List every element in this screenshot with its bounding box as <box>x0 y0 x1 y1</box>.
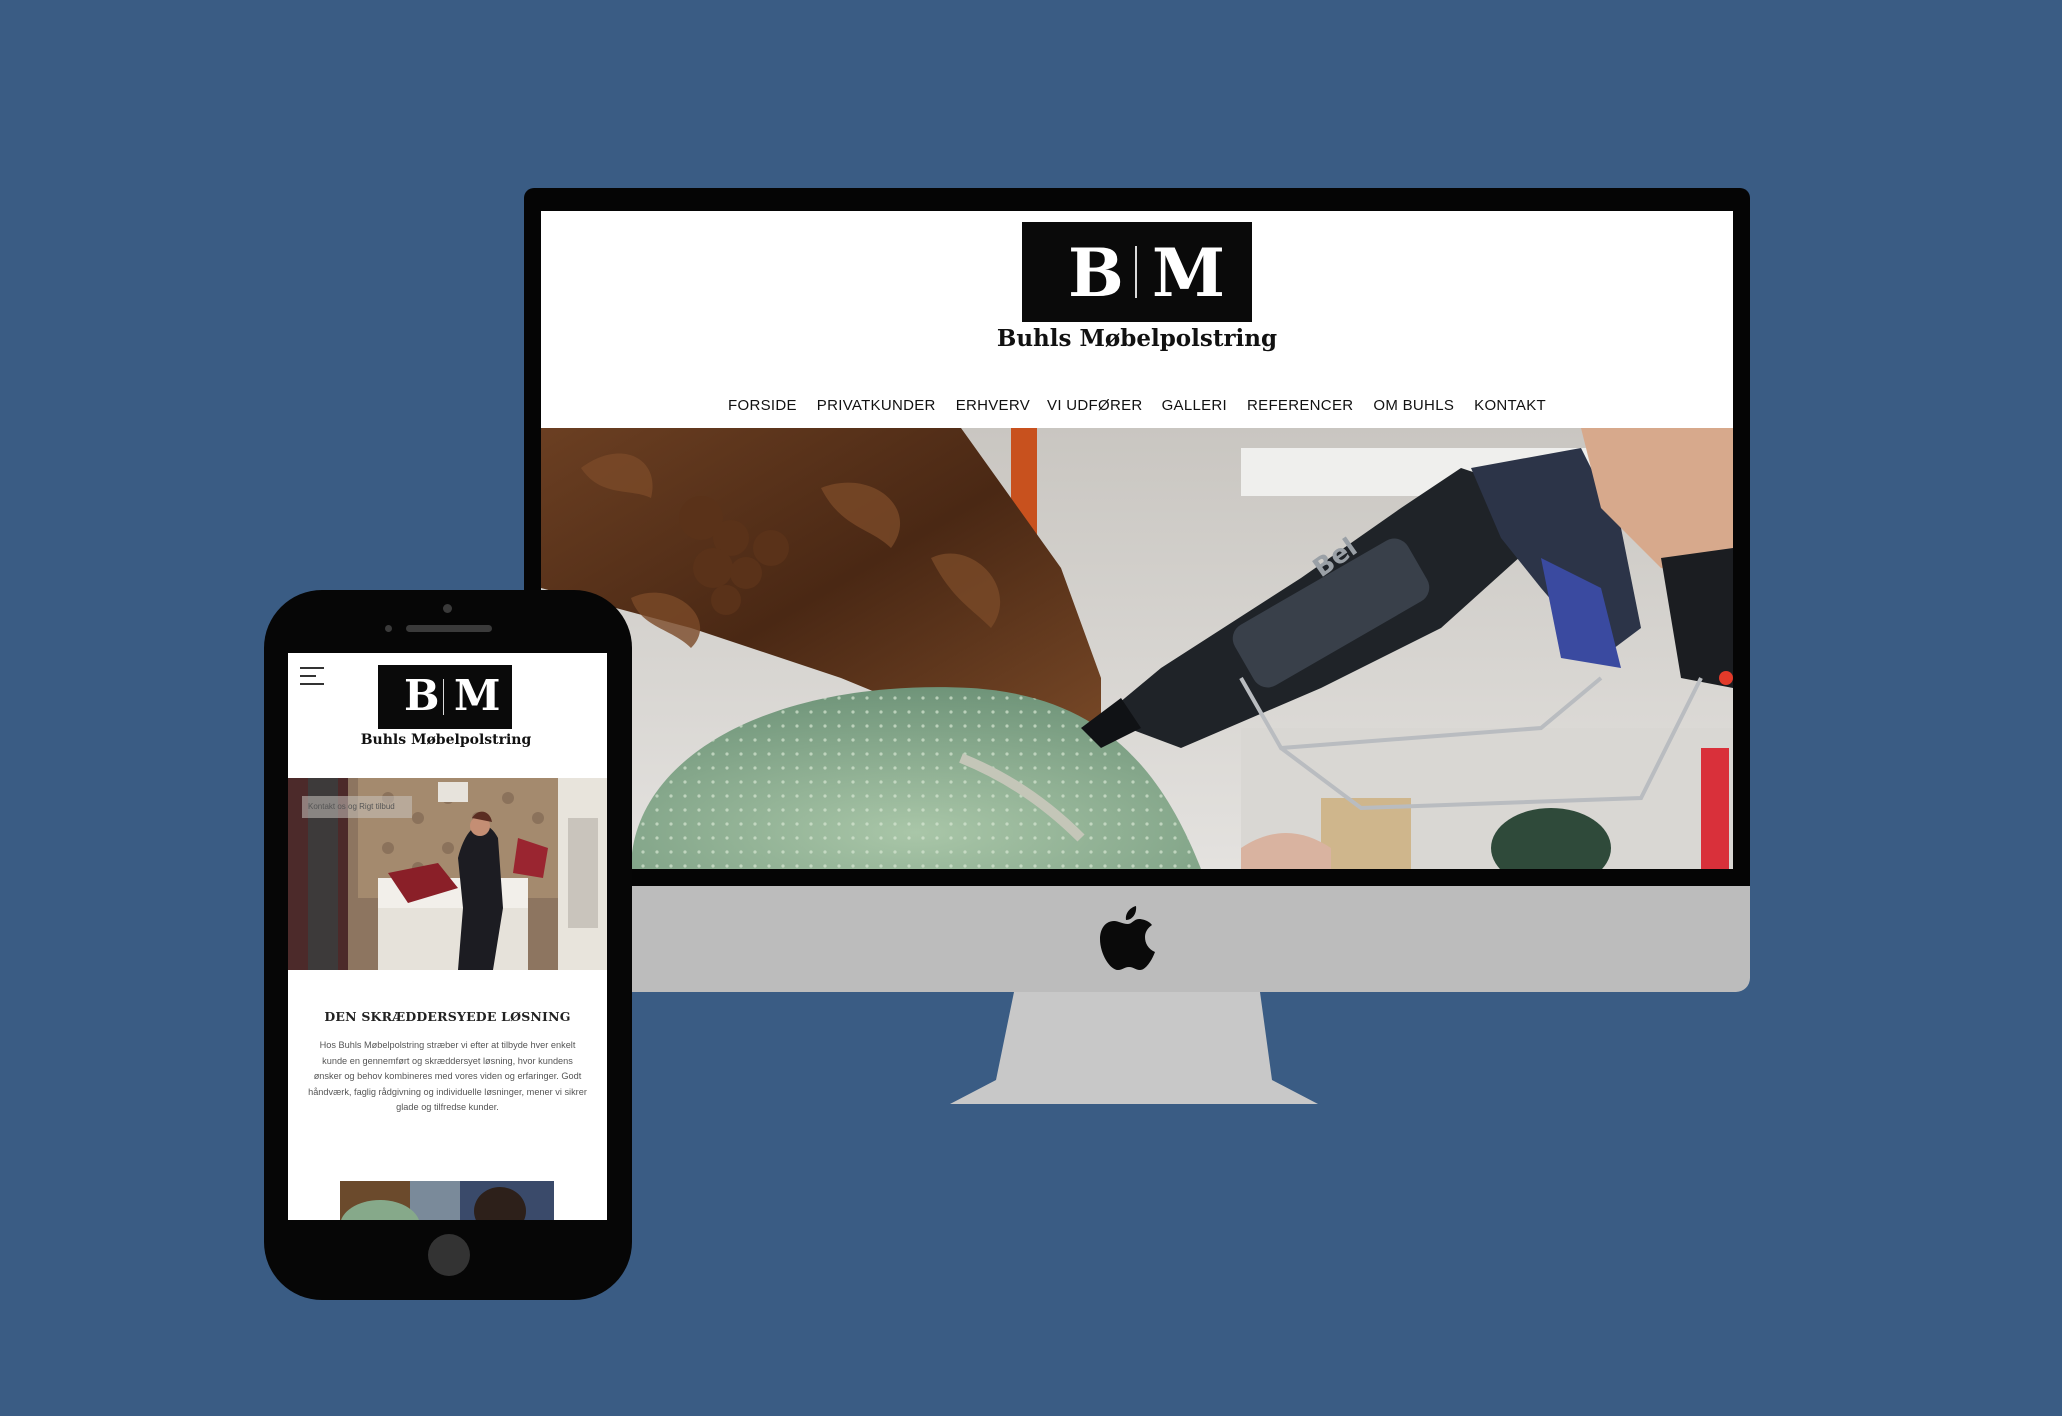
mobile-logo[interactable]: B M <box>378 665 512 729</box>
phone-home-button[interactable] <box>428 1234 470 1276</box>
mobile-brand-name: Buhls Møbelpolstring <box>360 732 532 748</box>
section-paragraph: Hos Buhls Møbelpolstring stræber vi efte… <box>308 1040 587 1112</box>
hero-caption: Kontakt os og Rigt tilbud <box>302 796 412 818</box>
desktop-brand-name: Buhls Møbelpolstring <box>996 325 1278 352</box>
phone-sensor-icon <box>385 625 392 632</box>
hamburger-menu-icon[interactable] <box>300 665 324 687</box>
desktop-logo[interactable]: B M <box>1022 222 1252 322</box>
monitor-stand <box>950 992 1318 1104</box>
hero-image-glue-gun: Bel <box>541 428 1733 869</box>
logo-divider <box>1135 246 1137 298</box>
nav-galleri[interactable]: GALLERI <box>1152 391 1237 421</box>
logo-divider <box>443 679 444 715</box>
nav-privatkunder[interactable]: PRIVATKUNDER <box>807 391 946 421</box>
nav-erhverv[interactable]: ERHVERV <box>946 391 1040 421</box>
nav-forside[interactable]: FORSIDE <box>718 391 807 421</box>
nav-referencer[interactable]: REFERENCER <box>1237 391 1363 421</box>
desktop-website-screen: B M Buhls Møbelpolstring FORSIDE PRIVATK… <box>541 211 1733 869</box>
desktop-main-nav: FORSIDE PRIVATKUNDER ERHVERV VI UDFØRER … <box>541 391 1733 421</box>
logo-letter-b: B <box>1068 234 1124 312</box>
nav-vi-udforer[interactable]: VI UDFØRER <box>1040 391 1152 421</box>
section-heading: DEN SKRÆDDERSYEDE LØSNING <box>324 1009 571 1024</box>
nav-kontakt[interactable]: KONTAKT <box>1464 391 1556 421</box>
section-thumbnail-image <box>340 1181 554 1220</box>
logo-letter-m: M <box>454 671 501 720</box>
nav-om-buhls[interactable]: OM BUHLS <box>1363 391 1464 421</box>
apple-logo-icon <box>1100 906 1155 970</box>
mobile-website-screen: B M Buhls Møbelpolstring Kontakt os og R… <box>288 653 607 1220</box>
logo-letter-m: M <box>1152 234 1226 312</box>
phone-front-camera-icon <box>443 604 452 613</box>
logo-letter-b: B <box>404 671 440 720</box>
phone-speaker <box>406 625 492 632</box>
